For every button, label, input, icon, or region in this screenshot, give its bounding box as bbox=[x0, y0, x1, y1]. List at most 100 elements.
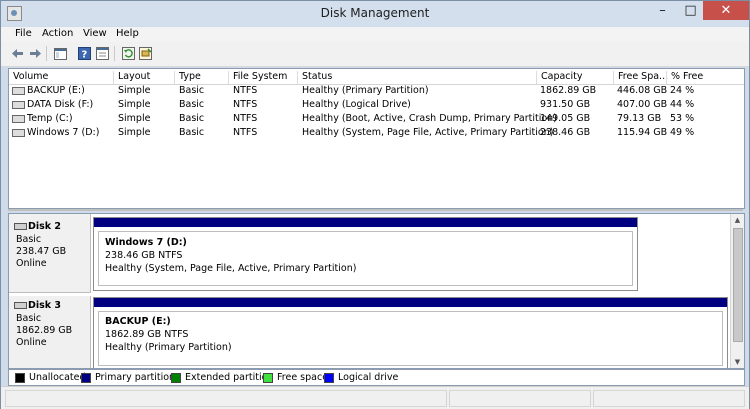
logical-drive-swatch bbox=[324, 372, 334, 383]
volume-name: BACKUP (E:) bbox=[27, 85, 85, 96]
scroll-down-arrow-icon[interactable]: ▼ bbox=[731, 356, 744, 368]
volume-list: Volume Layout Type File System Status Ca… bbox=[8, 68, 745, 209]
scroll-up-arrow-icon[interactable]: ▲ bbox=[731, 214, 744, 226]
volume-type: Basic bbox=[179, 85, 205, 96]
volume-name: Windows 7 (D:) bbox=[27, 127, 100, 138]
partition-size: 238.46 GB NTFS bbox=[105, 250, 183, 261]
scroll-thumb[interactable] bbox=[733, 228, 743, 342]
column-type[interactable]: Type bbox=[174, 71, 229, 84]
volume-status: Healthy (Primary Partition) bbox=[302, 85, 429, 96]
volume-free: 446.08 GB bbox=[617, 85, 668, 96]
disk-map: Disk 2 Basic 238.47 GB Online Windows 7 … bbox=[8, 213, 745, 369]
window-title: Disk Management bbox=[320, 6, 430, 20]
volume-status: Healthy (Logical Drive) bbox=[302, 99, 411, 110]
volume-pct-free: 53 % bbox=[670, 113, 695, 124]
volume-type: Basic bbox=[179, 113, 205, 124]
legend-unallocated: Unallocated bbox=[29, 372, 86, 383]
disk-name: Disk 3 bbox=[28, 300, 62, 311]
close-button[interactable]: ✕ bbox=[703, 1, 749, 20]
disk-state: Online bbox=[16, 337, 47, 348]
volume-capacity: 149.05 GB bbox=[540, 113, 591, 124]
minimize-button[interactable]: – bbox=[649, 1, 676, 20]
unallocated-swatch bbox=[15, 372, 25, 383]
volume-layout: Simple bbox=[118, 85, 151, 96]
column-layout[interactable]: Layout bbox=[113, 71, 174, 84]
disk-3-label[interactable]: Disk 3 Basic 1862.89 GB Online bbox=[9, 296, 91, 368]
show-hide-console-tree-icon[interactable] bbox=[53, 47, 67, 60]
partition-status: Healthy (Primary Partition) bbox=[105, 342, 232, 353]
column-volume[interactable]: Volume bbox=[9, 71, 113, 84]
partition-backup[interactable]: BACKUP (E:) 1862.89 GB NTFS Healthy (Pri… bbox=[93, 297, 728, 368]
status-bar bbox=[1, 386, 749, 409]
back-arrow-icon[interactable] bbox=[10, 47, 24, 60]
disk-state: Online bbox=[16, 258, 47, 269]
disk-icon bbox=[14, 302, 27, 309]
volume-free: 79.13 GB bbox=[617, 113, 662, 124]
help-icon[interactable]: ? bbox=[77, 47, 91, 60]
status-bar-pane bbox=[5, 390, 447, 407]
volume-row[interactable]: BACKUP (E:) Simple Basic NTFS Healthy (P… bbox=[9, 85, 744, 98]
disk-icon bbox=[14, 223, 27, 230]
primary-partition-bar bbox=[94, 218, 637, 227]
partition-name: Windows 7 (D:) bbox=[105, 237, 187, 248]
svg-text:?: ? bbox=[81, 50, 87, 61]
volume-fs: NTFS bbox=[233, 113, 258, 124]
disk-size: 1862.89 GB bbox=[16, 325, 73, 336]
legend-primary: Primary partition bbox=[95, 372, 176, 383]
legend: Unallocated Primary partition Extended p… bbox=[8, 369, 745, 386]
volume-type: Basic bbox=[179, 99, 205, 110]
column-percent-free[interactable]: % Free bbox=[666, 71, 745, 84]
column-status[interactable]: Status bbox=[297, 71, 536, 84]
volume-name: Temp (C:) bbox=[27, 113, 73, 124]
volume-free: 407.00 GB bbox=[617, 99, 668, 110]
toolbar-separator bbox=[46, 46, 47, 61]
partition-body: Windows 7 (D:) 238.46 GB NTFS Healthy (S… bbox=[98, 231, 633, 286]
partition-windows-7[interactable]: Windows 7 (D:) 238.46 GB NTFS Healthy (S… bbox=[93, 217, 638, 291]
volume-row[interactable]: Temp (C:) Simple Basic NTFS Healthy (Boo… bbox=[9, 113, 744, 126]
menu-file[interactable]: File bbox=[15, 28, 32, 39]
status-bar-pane bbox=[449, 390, 591, 407]
column-file-system[interactable]: File System bbox=[228, 71, 297, 84]
volume-status: Healthy (Boot, Active, Crash Dump, Prima… bbox=[302, 113, 557, 124]
toolbar: ? bbox=[1, 42, 749, 67]
status-bar-pane bbox=[593, 390, 745, 407]
extended-partition-swatch bbox=[171, 372, 181, 383]
volume-list-header: Volume Layout Type File System Status Ca… bbox=[9, 69, 744, 85]
legend-extended: Extended partition bbox=[185, 372, 274, 383]
partition-name: BACKUP (E:) bbox=[105, 316, 171, 327]
volume-capacity: 1862.89 GB bbox=[540, 85, 597, 96]
volume-type: Basic bbox=[179, 127, 205, 138]
refresh-icon[interactable] bbox=[121, 47, 135, 60]
menu-view[interactable]: View bbox=[83, 28, 107, 39]
disk-map-scrollbar[interactable]: ▲ ▼ bbox=[730, 214, 744, 368]
column-free-space[interactable]: Free Spa... bbox=[613, 71, 668, 84]
column-capacity[interactable]: Capacity bbox=[536, 71, 613, 84]
volume-row[interactable]: Windows 7 (D:) Simple Basic NTFS Healthy… bbox=[9, 127, 744, 140]
disk-management-window: Disk Management – □ ✕ File Action View H… bbox=[0, 0, 750, 409]
volume-layout: Simple bbox=[118, 127, 151, 138]
title-bar: Disk Management – □ ✕ bbox=[1, 1, 749, 26]
pane-splitter[interactable] bbox=[8, 209, 743, 211]
forward-arrow-icon[interactable] bbox=[28, 47, 42, 60]
properties-icon[interactable] bbox=[95, 47, 109, 60]
rescan-disks-icon[interactable] bbox=[139, 47, 153, 60]
disk-size: 238.47 GB bbox=[16, 246, 67, 257]
disk-2-label[interactable]: Disk 2 Basic 238.47 GB Online bbox=[9, 214, 91, 293]
volume-pct-free: 49 % bbox=[670, 127, 695, 138]
legend-logical: Logical drive bbox=[338, 372, 399, 383]
drive-icon bbox=[12, 114, 25, 123]
menu-action[interactable]: Action bbox=[42, 28, 73, 39]
volume-layout: Simple bbox=[118, 99, 151, 110]
disk-name: Disk 2 bbox=[28, 221, 62, 232]
disk-type: Basic bbox=[16, 234, 42, 245]
maximize-button[interactable]: □ bbox=[677, 1, 704, 20]
drive-icon bbox=[12, 100, 25, 109]
menu-help[interactable]: Help bbox=[116, 28, 139, 39]
volume-pct-free: 44 % bbox=[670, 99, 695, 110]
volume-row[interactable]: DATA Disk (F:) Simple Basic NTFS Healthy… bbox=[9, 99, 744, 112]
volume-status: Healthy (System, Page File, Active, Prim… bbox=[302, 127, 554, 138]
partition-size: 1862.89 GB NTFS bbox=[105, 329, 189, 340]
primary-partition-swatch bbox=[81, 372, 91, 383]
volume-fs: NTFS bbox=[233, 99, 258, 110]
volume-pct-free: 24 % bbox=[670, 85, 695, 96]
